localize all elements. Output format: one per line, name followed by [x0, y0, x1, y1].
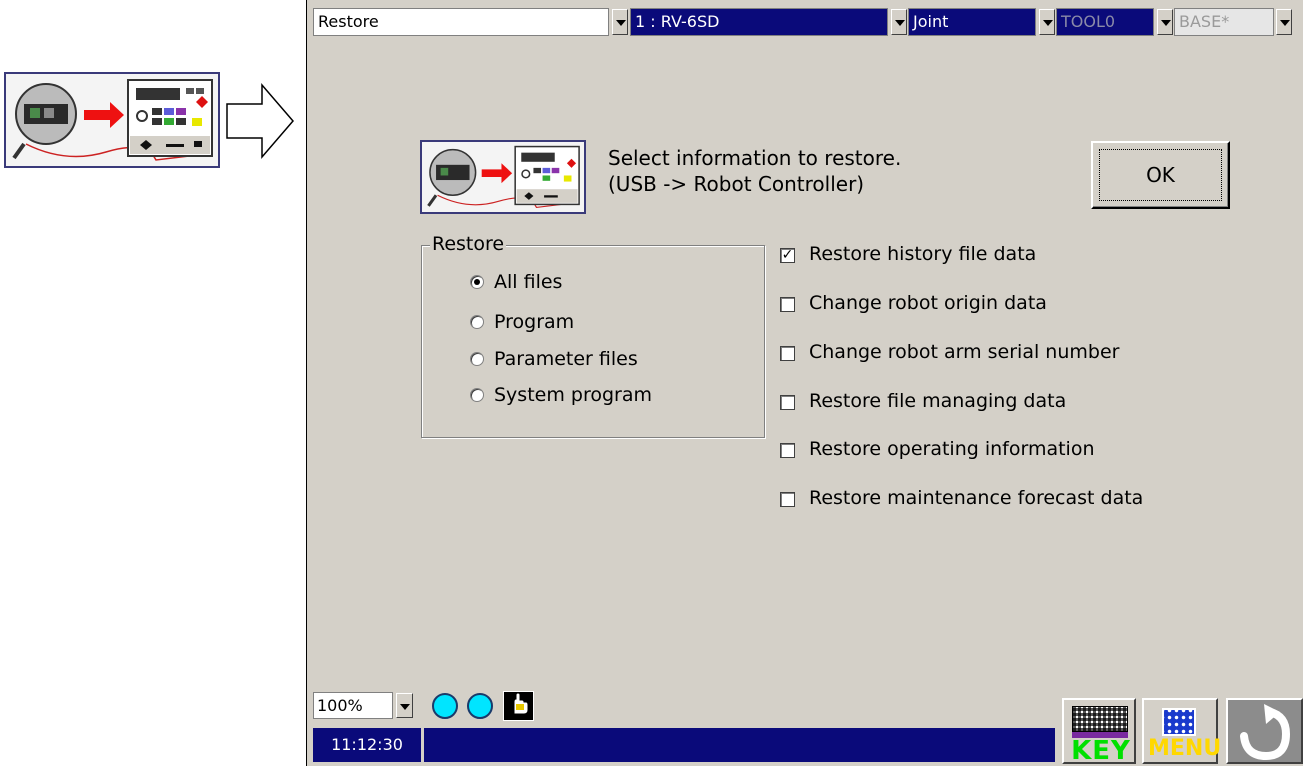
tool-select[interactable]: TOOL0	[1056, 8, 1154, 36]
radio-indicator[interactable]	[470, 315, 484, 329]
mode-select[interactable]: Restore	[313, 8, 609, 36]
base-select-value: BASE*	[1179, 12, 1230, 31]
radio-indicator[interactable]	[470, 388, 484, 402]
keyboard-button[interactable]: KEY	[1062, 698, 1136, 766]
status-led-icon	[467, 693, 493, 719]
checkbox-indicator[interactable]	[780, 492, 795, 507]
radio-program[interactable]: Program	[470, 311, 620, 335]
clock-display: 11:12:30	[313, 728, 421, 762]
instruction-line-1: Select information to restore.	[608, 146, 902, 170]
checkbox-label: Restore operating information	[809, 438, 1095, 460]
robot-select[interactable]: 1 : RV-6SD	[630, 8, 888, 36]
usb-to-controller-icon	[420, 140, 586, 214]
radio-label: Program	[494, 311, 575, 333]
radio-label: All files	[494, 271, 563, 293]
mode-dropdown-icon[interactable]	[612, 9, 628, 35]
status-bar	[424, 728, 1055, 762]
checkbox-indicator[interactable]	[780, 297, 795, 312]
mode-select-value: Restore	[318, 12, 379, 31]
restore-group-title: Restore	[430, 233, 507, 255]
checkbox-label: Change robot origin data	[809, 292, 1047, 314]
hand-icon[interactable]	[503, 691, 534, 721]
radio-label: System program	[494, 384, 652, 406]
zoom-dropdown-icon[interactable]	[396, 693, 413, 718]
jog-mode-value: Joint	[913, 12, 949, 31]
zoom-select[interactable]: 100%	[313, 692, 393, 719]
tool-dropdown-icon[interactable]	[1157, 9, 1173, 35]
checkbox-label: Restore file managing data	[809, 390, 1067, 412]
checkbox-file-managing[interactable]: Restore file managing data	[780, 390, 1180, 416]
radio-all-files[interactable]: All files	[470, 271, 620, 295]
menu-button-label: MENU	[1148, 736, 1222, 761]
checkbox-label: Restore history file data	[809, 243, 1037, 265]
status-led-icon	[432, 693, 458, 719]
checkbox-indicator[interactable]: ✓	[780, 248, 795, 263]
base-select[interactable]: BASE*	[1174, 8, 1274, 36]
instruction-line-2: (USB -> Robot Controller)	[608, 172, 865, 196]
keyboard-button-label: KEY	[1071, 736, 1131, 766]
back-button[interactable]	[1226, 698, 1303, 764]
zoom-value: 100%	[317, 696, 363, 715]
radio-indicator[interactable]	[470, 352, 484, 366]
keyboard-icon	[1072, 706, 1128, 732]
jog-mode-select[interactable]: Joint	[908, 8, 1036, 36]
checkbox-label: Change robot arm serial number	[809, 341, 1120, 363]
checkbox-indicator[interactable]	[780, 346, 795, 361]
return-arrow-icon	[1240, 704, 1291, 761]
radio-indicator[interactable]	[470, 275, 484, 289]
ok-button[interactable]: OK	[1091, 141, 1230, 209]
checkbox-change-origin[interactable]: Change robot origin data	[780, 292, 1180, 318]
radio-label: Parameter files	[494, 348, 638, 370]
radio-system-program[interactable]: System program	[470, 384, 670, 408]
checkbox-restore-history[interactable]: ✓ Restore history file data	[780, 243, 1180, 269]
checkbox-operating-info[interactable]: Restore operating information	[780, 438, 1180, 464]
radio-parameter-files[interactable]: Parameter files	[470, 348, 660, 372]
tool-select-value: TOOL0	[1061, 12, 1116, 31]
checkbox-indicator[interactable]	[780, 395, 795, 410]
checkbox-change-serial[interactable]: Change robot arm serial number	[780, 341, 1180, 367]
transition-arrow-icon	[224, 82, 296, 160]
restore-illustration-icon	[4, 72, 220, 168]
checkbox-maintenance-forecast[interactable]: Restore maintenance forecast data	[780, 487, 1200, 513]
menu-grid-icon	[1162, 708, 1196, 736]
menu-button[interactable]: MENU	[1142, 698, 1222, 764]
focus-rect	[1099, 149, 1222, 201]
base-dropdown-icon[interactable]	[1276, 9, 1292, 35]
robot-select-value: 1 : RV-6SD	[635, 12, 720, 31]
checkbox-indicator[interactable]	[780, 443, 795, 458]
jog-mode-dropdown-icon[interactable]	[1039, 9, 1055, 35]
robot-dropdown-icon[interactable]	[891, 9, 907, 35]
checkbox-label: Restore maintenance forecast data	[809, 487, 1144, 509]
